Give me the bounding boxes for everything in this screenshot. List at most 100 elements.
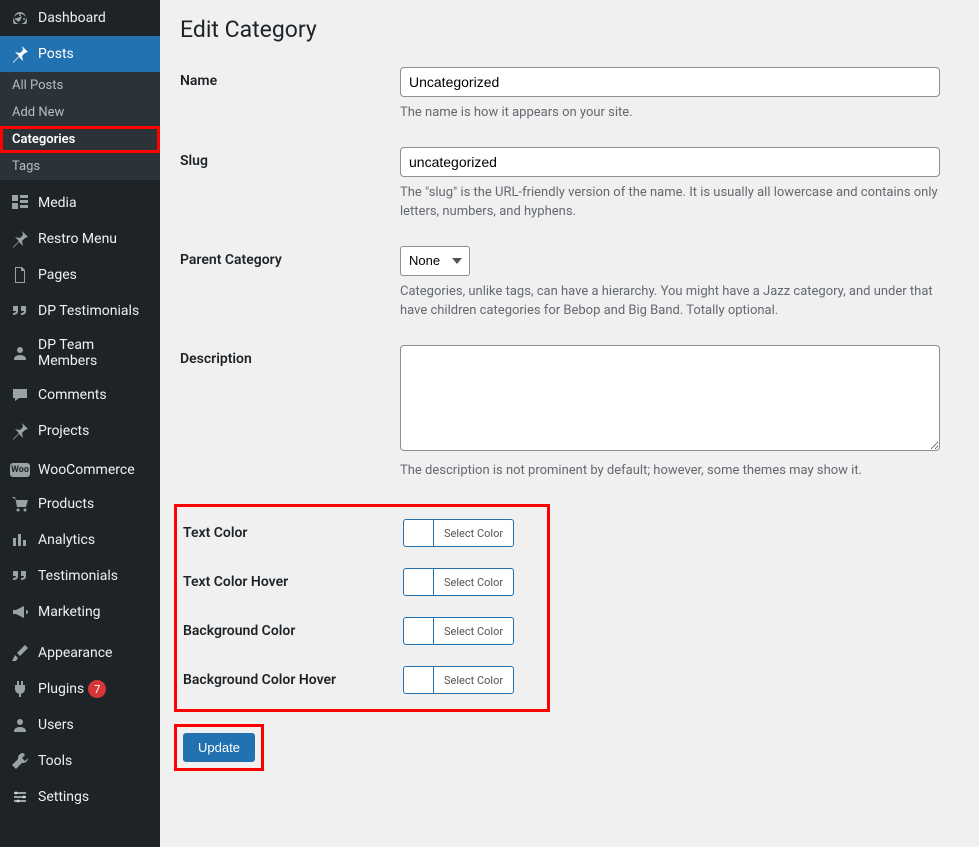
plugin-icon xyxy=(10,679,30,699)
submenu-all-posts[interactable]: All Posts xyxy=(0,72,160,99)
color-swatch xyxy=(404,520,434,546)
sidebar-item-settings[interactable]: Settings xyxy=(0,779,160,815)
slug-input[interactable] xyxy=(400,147,940,177)
sidebar-item-label: Settings xyxy=(38,789,89,805)
sidebar-item-label: Plugins xyxy=(38,681,84,697)
bg-color-label: Background Color xyxy=(183,617,403,639)
pages-icon xyxy=(10,265,30,285)
sidebar-item-label: Projects xyxy=(38,423,89,439)
sidebar-item-label: Products xyxy=(38,496,94,512)
parent-description: Categories, unlike tags, can have a hier… xyxy=(400,282,940,321)
settings-icon xyxy=(10,787,30,807)
quote-icon xyxy=(10,301,30,321)
field-row-slug: Slug The "slug" is the URL-friendly vers… xyxy=(180,147,959,222)
sidebar-item-dp-team-members[interactable]: DP Team Members xyxy=(0,329,160,377)
bg-color-hover-button[interactable]: Select Color xyxy=(403,666,514,694)
select-color-label: Select Color xyxy=(434,576,513,589)
content-area: Edit Category Name The name is how it ap… xyxy=(160,0,979,847)
sidebar-item-analytics[interactable]: Analytics xyxy=(0,522,160,558)
slug-label: Slug xyxy=(180,147,400,169)
sidebar-item-label: DP Testimonials xyxy=(38,303,139,319)
page-title: Edit Category xyxy=(180,16,959,43)
text-color-button[interactable]: Select Color xyxy=(403,519,514,547)
sidebar-item-users[interactable]: Users xyxy=(0,707,160,743)
select-color-label: Select Color xyxy=(434,527,513,540)
brush-icon xyxy=(10,643,30,663)
field-row-bg-color: Background Color Select Color xyxy=(183,617,541,648)
quote-icon xyxy=(10,566,30,586)
sidebar-item-tools[interactable]: Tools xyxy=(0,743,160,779)
sidebar-item-plugins[interactable]: Plugins 7 xyxy=(0,671,160,707)
description-help: The description is not prominent by defa… xyxy=(400,461,940,481)
sidebar-item-label: WooCommerce xyxy=(38,462,135,478)
bg-color-hover-label: Background Color Hover xyxy=(183,666,403,688)
color-swatch xyxy=(404,618,434,644)
admin-sidebar: Dashboard Posts All Posts Add New Catego… xyxy=(0,0,160,847)
user-icon xyxy=(10,343,30,363)
field-row-parent: Parent Category None Categories, unlike … xyxy=(180,246,959,321)
name-label: Name xyxy=(180,67,400,89)
bg-color-button[interactable]: Select Color xyxy=(403,617,514,645)
sidebar-item-label: Pages xyxy=(38,267,77,283)
sidebar-item-label: Posts xyxy=(38,46,74,62)
sidebar-item-label: DP Team Members xyxy=(38,337,150,369)
sidebar-item-testimonials[interactable]: Testimonials xyxy=(0,558,160,594)
sidebar-item-marketing[interactable]: Marketing xyxy=(0,594,160,630)
sidebar-item-products[interactable]: Products xyxy=(0,486,160,522)
sidebar-item-label: Restro Menu xyxy=(38,231,117,247)
parent-select[interactable]: None xyxy=(400,246,470,276)
color-swatch xyxy=(404,667,434,693)
wrench-icon xyxy=(10,751,30,771)
analytics-icon xyxy=(10,530,30,550)
products-icon xyxy=(10,494,30,514)
slug-description: The "slug" is the URL-friendly version o… xyxy=(400,183,940,222)
parent-label: Parent Category xyxy=(180,246,400,268)
plugin-update-badge: 7 xyxy=(88,680,106,698)
sidebar-item-media[interactable]: Media xyxy=(0,185,160,221)
comment-icon xyxy=(10,385,30,405)
update-highlight: Update xyxy=(174,724,264,771)
sidebar-item-label: Comments xyxy=(38,387,107,403)
pin-icon xyxy=(10,44,30,64)
sidebar-item-label: Media xyxy=(38,195,77,211)
sidebar-item-label: Appearance xyxy=(38,645,112,661)
sidebar-item-projects[interactable]: Projects xyxy=(0,413,160,449)
select-color-label: Select Color xyxy=(434,674,513,687)
description-label: Description xyxy=(180,345,400,367)
submenu-add-new[interactable]: Add New xyxy=(0,99,160,126)
sidebar-item-dashboard[interactable]: Dashboard xyxy=(0,0,160,36)
media-icon xyxy=(10,193,30,213)
sidebar-item-pages[interactable]: Pages xyxy=(0,257,160,293)
sidebar-item-appearance[interactable]: Appearance xyxy=(0,635,160,671)
posts-submenu: All Posts Add New Categories Tags xyxy=(0,72,160,180)
field-row-text-color: Text Color Select Color xyxy=(183,519,541,550)
sidebar-item-label: Testimonials xyxy=(38,568,118,584)
field-row-bg-color-hover: Background Color Hover Select Color xyxy=(183,666,541,697)
sidebar-item-label: Dashboard xyxy=(38,10,106,26)
sidebar-item-restro-menu[interactable]: Restro Menu xyxy=(0,221,160,257)
dashboard-icon xyxy=(10,8,30,28)
woo-icon: Woo xyxy=(10,463,30,477)
sidebar-item-label: Users xyxy=(38,717,74,733)
text-color-hover-button[interactable]: Select Color xyxy=(403,568,514,596)
name-input[interactable] xyxy=(400,67,940,97)
color-fields-highlight: Text Color Select Color Text Color Hover… xyxy=(174,504,550,712)
description-textarea[interactable] xyxy=(400,345,940,451)
sidebar-item-label: Analytics xyxy=(38,532,95,548)
pin-icon xyxy=(10,229,30,249)
sidebar-item-posts[interactable]: Posts xyxy=(0,36,160,72)
sidebar-item-woocommerce[interactable]: Woo WooCommerce xyxy=(0,454,160,486)
sidebar-item-label: Marketing xyxy=(38,604,101,620)
color-swatch xyxy=(404,569,434,595)
submenu-tags[interactable]: Tags xyxy=(0,153,160,180)
sidebar-item-label: Tools xyxy=(38,753,72,769)
sidebar-item-comments[interactable]: Comments xyxy=(0,377,160,413)
pin-icon xyxy=(10,421,30,441)
user-icon xyxy=(10,715,30,735)
sidebar-item-dp-testimonials[interactable]: DP Testimonials xyxy=(0,293,160,329)
field-row-description: Description The description is not promi… xyxy=(180,345,959,481)
field-row-name: Name The name is how it appears on your … xyxy=(180,67,959,123)
submenu-categories[interactable]: Categories xyxy=(0,126,160,153)
update-button[interactable]: Update xyxy=(183,733,255,762)
select-color-label: Select Color xyxy=(434,625,513,638)
